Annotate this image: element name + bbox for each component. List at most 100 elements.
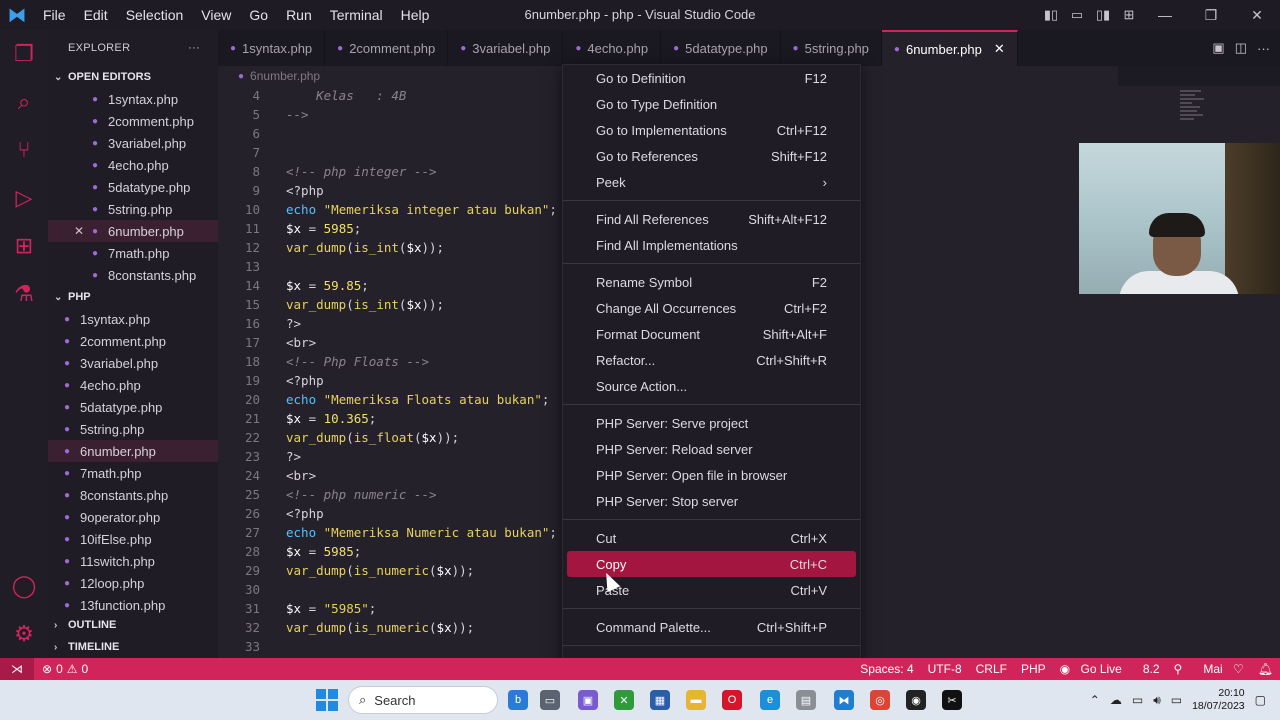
toggle-panel-icon[interactable]: ▭ <box>1064 7 1090 23</box>
run-debug-icon[interactable]: ▷ <box>0 174 48 222</box>
open-editors-section[interactable]: ⌄ OPEN EDITORS <box>48 66 218 88</box>
photos-icon[interactable]: ▤ <box>796 690 816 710</box>
opera-icon[interactable]: O <box>722 690 742 710</box>
menu-item-go-to-type-definition[interactable]: Go to Type Definition <box>567 91 856 117</box>
menu-item-find-all-implementations[interactable]: Find All Implementations <box>567 232 856 258</box>
file-tree-item[interactable]: ● 5datatype.php <box>48 396 218 418</box>
folder-icon[interactable]: ▬ <box>686 690 706 710</box>
show-hidden-icons-icon[interactable]: ⌃ <box>1090 693 1100 707</box>
onedrive-icon[interactable]: ☁ <box>1110 693 1122 707</box>
menu-item-cut[interactable]: Cut Ctrl+X <box>567 525 856 551</box>
open-editor-item[interactable]: ● 5datatype.php <box>48 176 218 198</box>
task-view-icon[interactable]: ▭ <box>540 690 560 710</box>
timeline-section[interactable]: › TIMELINE <box>48 636 218 658</box>
menu-item-go-to-references[interactable]: Go to References Shift+F12 <box>567 143 856 169</box>
accounts-icon[interactable]: ◯ <box>0 562 48 610</box>
file-tree-item[interactable]: ● 11switch.php <box>48 550 218 572</box>
eol-status[interactable]: CRLF <box>969 662 1014 676</box>
more-actions-icon[interactable]: ··· <box>1257 41 1270 56</box>
menu-help[interactable]: Help <box>392 0 439 30</box>
menu-edit[interactable]: Edit <box>75 0 117 30</box>
minimize-icon[interactable]: — <box>1142 7 1188 23</box>
open-preview-icon[interactable]: ▣ <box>1212 40 1224 56</box>
file-tree-item[interactable]: ● 13function.php <box>48 594 218 616</box>
file-tree-item[interactable]: ● 7math.php <box>48 462 218 484</box>
php-version-status[interactable]: 8.2 <box>1136 662 1167 676</box>
taskbar-search[interactable]: ⌕ Search <box>348 686 498 714</box>
file-tree-item[interactable]: ● 1syntax.php <box>48 308 218 330</box>
file-tree-item[interactable]: ● 9operator.php <box>48 506 218 528</box>
customize-layout-icon[interactable]: ⊞ <box>1116 7 1142 23</box>
remote-icon[interactable]: ⋊ <box>0 658 34 680</box>
tab-6number[interactable]: ● 6number.php ✕ <box>881 30 1018 66</box>
open-editor-item[interactable]: ● 3variabel.php <box>48 132 218 154</box>
file-tree-item[interactable]: ● 4echo.php <box>48 374 218 396</box>
file-tree-item[interactable]: ● 8constants.php <box>48 484 218 506</box>
go-live-button[interactable]: ◉ Go Live <box>1053 662 1136 676</box>
volume-icon[interactable]: 🔊︎ <box>1153 693 1161 708</box>
toggle-secondary-sidebar-icon[interactable]: ▯▮ <box>1090 7 1116 23</box>
minimap[interactable] <box>1180 88 1210 138</box>
menu-item-php-server-reload-server[interactable]: PHP Server: Reload server <box>567 436 856 462</box>
explorer-icon[interactable]: ❐ <box>0 30 48 78</box>
menu-item-find-all-references[interactable]: Find All References Shift+Alt+F12 <box>567 206 856 232</box>
maximize-icon[interactable]: ❐ <box>1188 7 1234 24</box>
menu-run[interactable]: Run <box>277 0 321 30</box>
file-tree-item[interactable]: ● 3variabel.php <box>48 352 218 374</box>
close-icon[interactable]: ✕ <box>1234 7 1280 24</box>
tab-2comment[interactable]: ● 2comment.php <box>325 30 449 66</box>
indentation-status[interactable]: Spaces: 4 <box>853 662 920 676</box>
close-editor-icon[interactable]: ✕ <box>74 224 84 238</box>
tab-1syntax[interactable]: ● 1syntax.php <box>218 30 326 66</box>
open-editor-item[interactable]: ● 4echo.php <box>48 154 218 176</box>
menu-item-peek[interactable]: Peek › <box>567 169 856 195</box>
close-tab-icon[interactable]: ✕ <box>994 41 1005 57</box>
manage-gear-icon[interactable]: ⚙ <box>0 610 48 658</box>
edge-icon[interactable]: e <box>760 690 780 710</box>
battery-icon[interactable]: ▭ <box>1171 693 1182 707</box>
open-editor-item[interactable]: ● 2comment.php <box>48 110 218 132</box>
file-tree-item[interactable]: ● 6number.php <box>48 440 218 462</box>
user-status[interactable]: Mai ♡ <box>1189 662 1250 676</box>
menu-item-refactor[interactable]: Refactor... Ctrl+Shift+R <box>567 347 856 373</box>
extensions-icon[interactable]: ⊞ <box>0 222 48 270</box>
file-tree-item[interactable]: ● 10ifElse.php <box>48 528 218 550</box>
clock[interactable]: 20:10 18/07/2023 <box>1192 687 1245 713</box>
toggle-primary-sidebar-icon[interactable]: ▮▯ <box>1038 7 1064 23</box>
file-explorer-icon[interactable]: ▣ <box>578 690 598 710</box>
menu-view[interactable]: View <box>192 0 240 30</box>
capcut-icon[interactable]: ✂ <box>942 690 962 710</box>
menu-item-php-server-serve-project[interactable]: PHP Server: Serve project <box>567 410 856 436</box>
split-editor-icon[interactable]: ◫ <box>1235 40 1247 56</box>
file-tree-item[interactable]: ● 12loop.php <box>48 572 218 594</box>
menu-item-php-server-stop-server[interactable]: PHP Server: Stop server <box>567 488 856 514</box>
menu-item-change-all-occurrences[interactable]: Change All Occurrences Ctrl+F2 <box>567 295 856 321</box>
search-icon[interactable]: ⌕ <box>0 78 48 126</box>
windows-start-icon[interactable] <box>316 689 338 711</box>
chrome-icon[interactable]: ◎ <box>870 690 890 710</box>
tab-5string[interactable]: ● 5string.php <box>781 30 882 66</box>
menu-go[interactable]: Go <box>240 0 277 30</box>
open-editor-item[interactable]: ● 1syntax.php <box>48 88 218 110</box>
menu-selection[interactable]: Selection <box>117 0 193 30</box>
obs-icon[interactable]: ◉ <box>906 690 926 710</box>
project-section[interactable]: ⌄ PHP <box>48 286 218 308</box>
notifications-bell-icon[interactable]: 🔔︎ <box>1251 662 1280 676</box>
tab-5datatype[interactable]: ● 5datatype.php <box>661 30 781 66</box>
tab-4echo[interactable]: ● 4echo.php <box>563 30 662 66</box>
testing-icon[interactable]: ⚗ <box>0 270 48 318</box>
file-tree-item[interactable]: ● 2comment.php <box>48 330 218 352</box>
language-mode-status[interactable]: PHP <box>1014 662 1053 676</box>
menu-item-go-to-implementations[interactable]: Go to Implementations Ctrl+F12 <box>567 117 856 143</box>
encoding-status[interactable]: UTF-8 <box>921 662 969 676</box>
more-actions-icon[interactable]: ··· <box>188 42 200 54</box>
open-editor-item[interactable]: ● 8constants.php <box>48 264 218 286</box>
menu-item-go-to-definition[interactable]: Go to Definition F12 <box>567 65 856 91</box>
menu-item-format-document[interactable]: Format Document Shift+Alt+F <box>567 321 856 347</box>
menu-item-php-server-open-file-in-browser[interactable]: PHP Server: Open file in browser <box>567 462 856 488</box>
menu-terminal[interactable]: Terminal <box>321 0 392 30</box>
store-icon[interactable]: ▦ <box>650 690 670 710</box>
open-editor-item[interactable]: ● 7math.php <box>48 242 218 264</box>
source-control-icon[interactable]: ⑂ <box>0 126 48 174</box>
feedback-icon[interactable]: ⚲ <box>1167 662 1190 676</box>
